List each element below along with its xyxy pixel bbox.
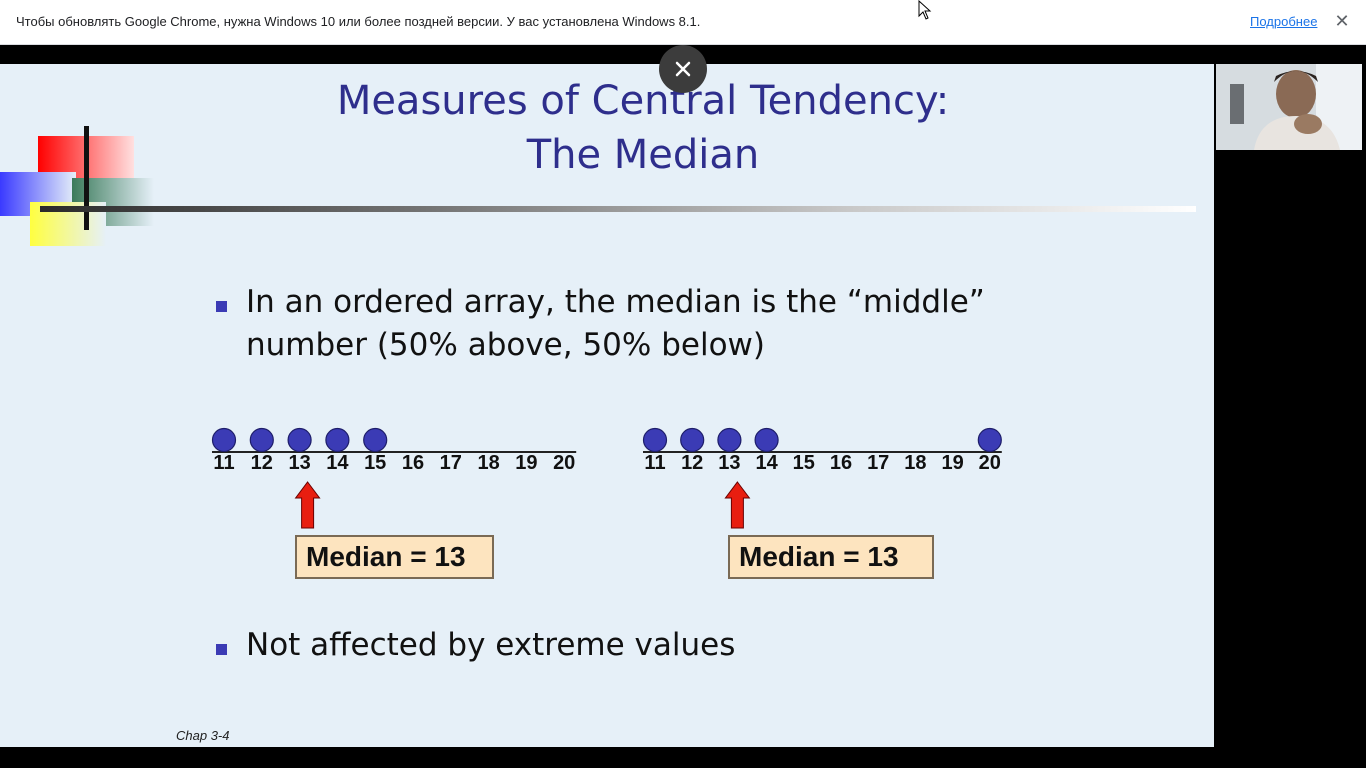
tick-label: 18 <box>477 452 499 474</box>
median-label-right: Median = 13 <box>728 535 934 579</box>
tick-label: 14 <box>326 452 349 474</box>
tick-label: 12 <box>251 452 273 474</box>
tick-label: 19 <box>941 452 963 474</box>
data-point <box>977 427 1002 453</box>
tick-label: 13 <box>718 452 740 474</box>
tick-label: 15 <box>364 452 386 474</box>
right-example: 11 12 13 14 15 16 17 18 19 20 <box>642 427 1002 529</box>
infobar-message: Чтобы обновлять Google Chrome, нужна Win… <box>16 14 701 29</box>
close-icon <box>675 61 691 77</box>
infobar-close-icon[interactable]: ✕ <box>1334 10 1350 32</box>
chrome-update-infobar: Чтобы обновлять Google Chrome, нужна Win… <box>0 0 1366 45</box>
tick-label: 20 <box>979 452 1001 474</box>
person-video-image <box>1216 64 1362 150</box>
tick-label: 16 <box>830 452 852 474</box>
tick-label: 17 <box>867 452 889 474</box>
data-point <box>642 427 668 453</box>
median-label-left: Median = 13 <box>295 535 494 579</box>
median-arrow-icon <box>294 481 321 529</box>
tick-label: 16 <box>402 452 424 474</box>
tick-label: 11 <box>644 452 665 474</box>
presentation-slide: Measures of Central Tendency: The Median… <box>0 64 1214 747</box>
data-point <box>287 427 312 453</box>
tick-label: 15 <box>793 452 815 474</box>
tick-label: 11 <box>213 452 234 474</box>
left-example: 11 12 13 14 15 16 17 18 19 20 <box>211 427 577 529</box>
webcam-video-feed <box>1216 64 1362 150</box>
data-point <box>249 427 274 453</box>
tick-label: 19 <box>515 452 537 474</box>
tick-label: 18 <box>904 452 926 474</box>
number-line-examples: 11 12 13 14 15 16 17 18 19 20 11 12 13 14 15 16 17 18 19 2… <box>211 427 1002 529</box>
tick-label: 12 <box>681 452 703 474</box>
tick-label: 17 <box>440 452 462 474</box>
bullet-icon <box>216 644 227 655</box>
tick-label: 14 <box>755 452 778 474</box>
learn-more-link[interactable]: Подробнее <box>1250 14 1317 29</box>
data-point <box>211 427 237 453</box>
data-point <box>754 427 779 453</box>
tick-label: 13 <box>288 452 310 474</box>
slide-footer: Chap 3-4 <box>176 728 230 743</box>
bullet-2: Not affected by extreme values <box>246 627 736 663</box>
data-point <box>363 427 388 453</box>
tick-label: 20 <box>553 452 575 474</box>
median-arrow-icon <box>724 481 751 529</box>
mouse-cursor-icon <box>918 0 932 20</box>
data-point <box>325 427 350 453</box>
data-point <box>717 427 742 453</box>
close-presentation-button[interactable] <box>659 45 707 93</box>
data-point <box>680 427 705 453</box>
